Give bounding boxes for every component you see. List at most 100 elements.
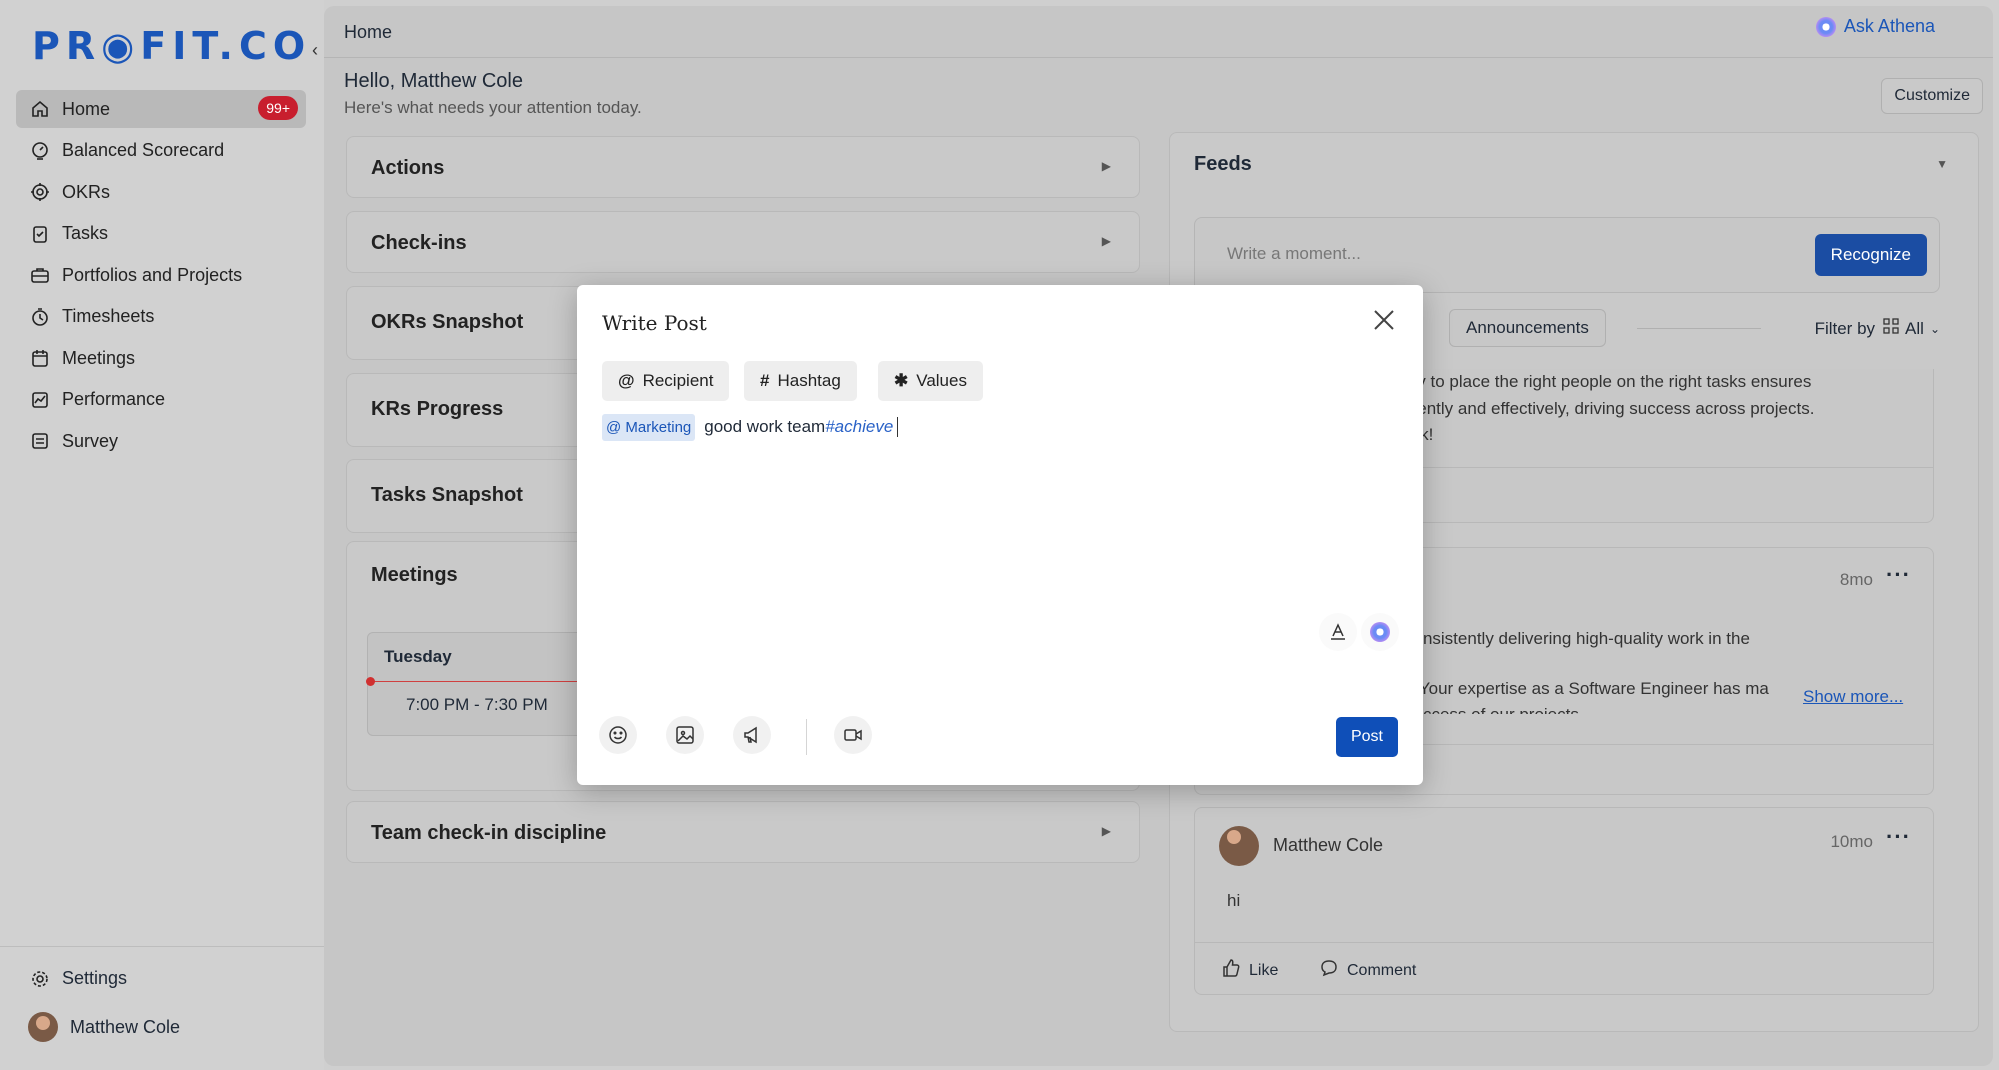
sidebar-item-okrs[interactable]: OKRs — [16, 173, 306, 211]
write-post-modal: Write Post @ Recipient # Hashtag ✱ Value… — [577, 285, 1423, 785]
sidebar-item-label: Tasks — [62, 223, 109, 243]
close-icon[interactable] — [1373, 309, 1395, 331]
card-title: Tasks Snapshot — [371, 484, 523, 506]
post-button[interactable]: Post — [1335, 717, 1398, 757]
top-bar: Home Ask Athena — [324, 6, 1993, 58]
filter-label: Filter by — [1814, 318, 1876, 338]
greeting-subtitle: Here's what needs your attention today. — [344, 98, 642, 117]
breadcrumb[interactable]: Home — [344, 22, 392, 43]
team-checkin-card[interactable]: Team check-in discipline ▶ — [346, 801, 1140, 863]
now-dot — [366, 677, 375, 686]
image-icon[interactable] — [666, 716, 704, 754]
sidebar-item-label: Meetings — [62, 347, 136, 368]
like-button[interactable]: Like — [1221, 958, 1278, 983]
settings-label: Settings — [62, 968, 128, 988]
target-icon — [30, 182, 50, 202]
collapse-sidebar-icon[interactable]: ‹ — [312, 40, 318, 61]
card-title: Meetings — [371, 564, 458, 586]
avatar[interactable] — [1219, 826, 1259, 866]
ask-athena-label: Ask Athena — [1843, 16, 1935, 36]
recognize-button[interactable]: Recognize — [1814, 234, 1927, 276]
show-more-link[interactable]: Show more... — [1803, 684, 1903, 710]
tab-announcements[interactable]: Announcements — [1449, 309, 1606, 347]
sidebar-item-survey[interactable]: Survey — [16, 422, 306, 460]
sidebar: PR◉FIT.CO ‹ Home 99+ Balanced Scorecard … — [0, 0, 324, 1070]
caret-right-icon[interactable]: ▶ — [1102, 824, 1111, 838]
more-options-icon[interactable]: ··· — [1886, 562, 1911, 588]
post-editor[interactable]: @ Marketing good work team #achieve — [602, 409, 1392, 445]
ai-assist-icon[interactable] — [1361, 613, 1399, 651]
user-profile[interactable]: Matthew Cole — [28, 1012, 180, 1042]
notification-badge: 99+ — [258, 96, 298, 120]
comment-button[interactable]: Comment — [1319, 958, 1416, 983]
text-format-icon[interactable] — [1319, 613, 1357, 651]
hashtag-text[interactable]: #achieve — [825, 417, 893, 437]
grid-icon — [1883, 318, 1899, 339]
sidebar-divider — [0, 946, 324, 947]
recipient-chip[interactable]: @ Recipient — [602, 361, 730, 401]
calendar-icon — [30, 348, 50, 368]
card-title: Team check-in discipline — [371, 822, 607, 844]
survey-icon — [30, 431, 50, 451]
filter-value: All — [1905, 318, 1924, 338]
emoji-icon[interactable] — [599, 716, 637, 754]
profitco-logo[interactable]: PR◉FIT.CO — [32, 24, 311, 68]
post-text-line: success of our projects — [1405, 702, 1579, 714]
values-label: Values — [916, 371, 967, 390]
sidebar-item-label: Portfolios and Projects — [62, 264, 243, 285]
sidebar-item-home[interactable]: Home 99+ — [16, 90, 306, 128]
sidebar-item-label: OKRs — [62, 181, 111, 202]
editor-format-tools — [1319, 613, 1399, 651]
tab-divider — [1637, 328, 1761, 329]
sidebar-item-portfolios[interactable]: Portfolios and Projects — [16, 256, 306, 294]
user-name: Matthew Cole — [70, 1016, 181, 1037]
sidebar-item-timesheets[interactable]: Timesheets — [16, 298, 306, 336]
post-text-line: lity to place the right people on the ri… — [1405, 372, 1812, 391]
more-options-icon[interactable]: ··· — [1886, 824, 1911, 850]
chart-icon — [30, 390, 50, 410]
avatar — [28, 1012, 58, 1042]
values-chip[interactable]: ✱ Values — [878, 361, 983, 401]
caret-right-icon[interactable]: ▶ — [1102, 234, 1111, 248]
write-moment-box[interactable]: Write a moment... Recognize — [1194, 217, 1940, 293]
sidebar-item-balanced-scorecard[interactable]: Balanced Scorecard — [16, 132, 306, 170]
modal-title: Write Post — [602, 311, 707, 335]
card-title: KRs Progress — [371, 398, 504, 420]
sidebar-item-tasks[interactable]: Tasks — [16, 215, 306, 253]
caret-down-icon[interactable]: ▼ — [1936, 157, 1948, 171]
now-line — [368, 681, 588, 682]
sidebar-item-meetings[interactable]: Meetings — [16, 339, 306, 377]
thumbs-up-icon — [1221, 958, 1241, 983]
meeting-item[interactable]: Tuesday 7:00 PM - 7:30 PM — [366, 632, 588, 736]
hashtag-chip[interactable]: # Hashtag — [744, 361, 857, 401]
comment-icon — [1319, 958, 1339, 983]
at-icon: @ — [618, 371, 635, 390]
megaphone-icon[interactable] — [733, 716, 771, 754]
clock-icon — [30, 307, 50, 327]
post-actions: Like Comment — [1195, 942, 1933, 994]
feed-post: Matthew Cole 10mo ··· hi Like Comment — [1194, 807, 1934, 995]
post-text: good work team — [704, 417, 826, 436]
card-title: Actions — [371, 157, 445, 179]
customize-button[interactable]: Customize — [1881, 78, 1983, 114]
like-label: Like — [1249, 961, 1279, 979]
sidebar-item-settings[interactable]: Settings — [30, 968, 127, 989]
post-text-line: consistently delivering high-quality wor… — [1405, 629, 1750, 648]
text-cursor — [897, 417, 899, 437]
video-icon[interactable] — [834, 716, 872, 754]
post-text-line: ciently and effectively, driving success… — [1405, 399, 1815, 418]
meeting-time: 7:00 PM - 7:30 PM — [406, 695, 548, 714]
checkins-card[interactable]: Check-ins ▶ — [346, 211, 1140, 273]
write-moment-input[interactable]: Write a moment... — [1227, 244, 1361, 264]
mention-tag[interactable]: @ Marketing — [602, 413, 696, 441]
post-author[interactable]: Matthew Cole — [1273, 832, 1383, 858]
filter-dropdown[interactable]: Filter by All ⌄ — [1815, 318, 1940, 339]
caret-right-icon[interactable]: ▶ — [1102, 159, 1111, 173]
post-body: hi — [1227, 891, 1241, 910]
ask-athena-button[interactable]: Ask Athena — [1815, 16, 1935, 37]
scorecard-icon — [30, 141, 50, 161]
sidebar-item-performance[interactable]: Performance — [16, 381, 306, 419]
home-icon — [30, 99, 50, 119]
feeds-title: Feeds — [1194, 153, 1252, 175]
actions-card[interactable]: Actions ▶ — [346, 136, 1140, 198]
